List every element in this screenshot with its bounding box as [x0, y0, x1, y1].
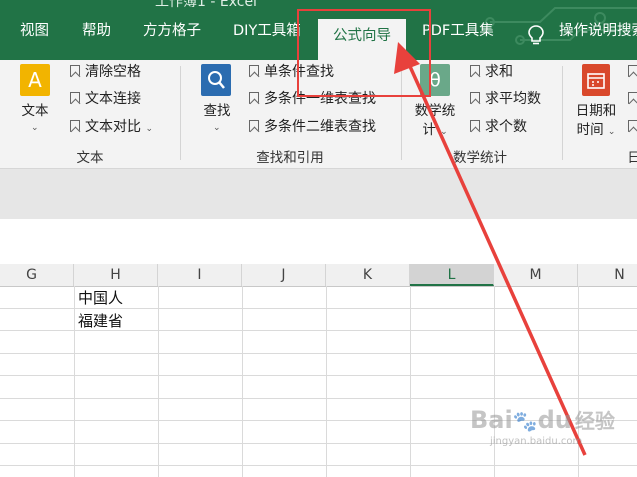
baidu-watermark: Bai🐾du 经验 jingyan.baidu.com	[470, 406, 615, 447]
